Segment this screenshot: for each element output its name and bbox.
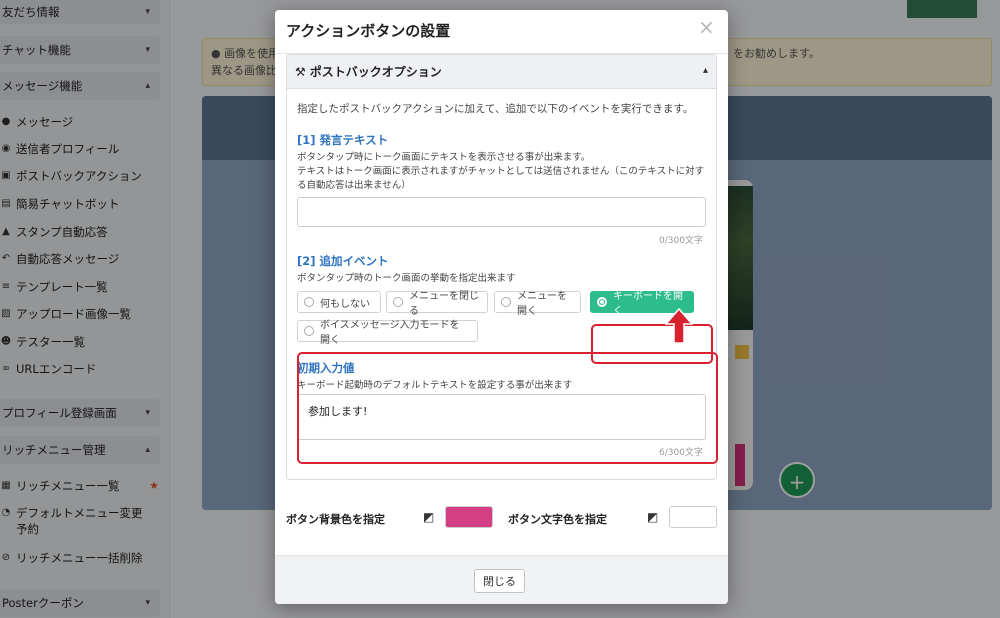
speech-heading: [1] 発言テキスト [297,133,389,147]
bg-color-label: ボタン背景色を指定 [286,513,385,526]
radio-icon [501,297,511,307]
speech-text-input[interactable] [297,197,706,227]
speech-counter: 0/300文字 [659,236,703,246]
arrow-up-icon [665,308,693,344]
close-icon[interactable]: × [698,15,715,39]
speech-desc-1: ボタンタップ時にトーク画面にテキストを表示させる事が出来ます。 [297,152,591,163]
postback-options-panel: ⚒ ポストバックオプション ▴ 指定したポストバックアクションに加えて、追加で以… [286,54,718,480]
text-color-swatch[interactable] [669,506,717,528]
radio-label: メニューを閉じる [409,291,479,317]
event-desc: ボタンタップ時のトーク画面の挙動を指定出来ます [297,273,516,284]
radio-label: ボイスメッセージ入力モードを開く [320,320,460,346]
paint-bucket-icon[interactable]: ◩ [423,510,434,524]
panel-header[interactable]: ⚒ ポストバックオプション ▴ [287,55,716,89]
highlight-initial-value [297,352,718,464]
action-button-modal: アクションボタンの設置 × ⚒ ポストバックオプション ▴ 指定したポストバック… [275,10,728,604]
radio-open-menu[interactable]: メニューを開く [494,291,581,317]
radio-selected-icon [597,297,607,307]
radio-label: 何もしない [320,298,370,310]
chevron-up-icon: ▴ [702,65,708,76]
paint-bucket-icon[interactable]: ◩ [647,510,658,524]
radio-icon [304,297,314,307]
bg-color-swatch[interactable] [445,506,493,528]
text-color-label: ボタン文字色を指定 [508,513,607,526]
radio-do-nothing[interactable]: 何もしない [297,291,381,313]
panel-intro: 指定したポストバックアクションに加えて、追加で以下のイベントを実行できます。 [297,103,694,115]
modal-footer: 閉じる [275,555,728,604]
event-heading: [2] 追加イベント [297,254,389,268]
speech-desc-2: テキストはトーク画面に表示されますがチャットとしては送信されません（このテキスト… [297,166,705,191]
radio-label: メニューを開く [517,291,567,317]
hammer-icon: ⚒ [295,64,306,79]
radio-icon [393,297,403,307]
modal-title: アクションボタンの設置 [286,22,451,40]
radio-voice-mode[interactable]: ボイスメッセージ入力モードを開く [297,320,478,346]
radio-icon [304,326,314,336]
close-button[interactable]: 閉じる [474,569,525,593]
panel-title: ポストバックオプション [309,65,442,79]
radio-close-menu[interactable]: メニューを閉じる [386,291,488,317]
